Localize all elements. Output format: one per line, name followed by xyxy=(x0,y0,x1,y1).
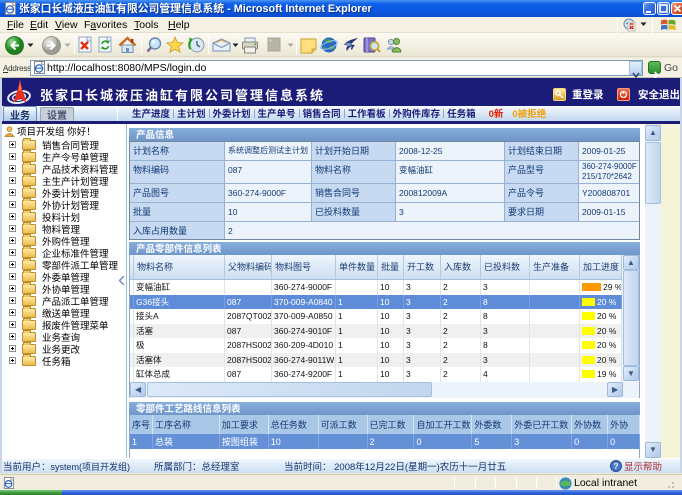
svg-text:?: ? xyxy=(614,461,619,472)
